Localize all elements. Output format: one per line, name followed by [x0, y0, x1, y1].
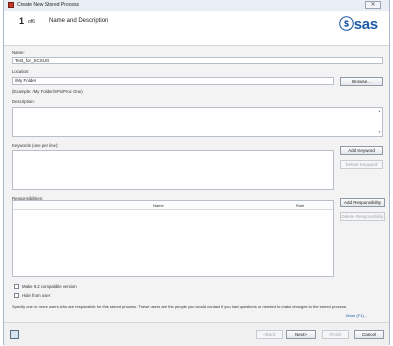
- description-field[interactable]: ▲ ▼: [12, 107, 383, 137]
- role-column-header[interactable]: Role: [296, 203, 304, 208]
- next-button[interactable]: Next>: [286, 330, 316, 339]
- make92-label: Make 9.2 compatible version: [22, 284, 77, 289]
- table-header: [13, 201, 333, 210]
- finish-button[interactable]: Finish: [322, 330, 349, 339]
- responsibilities-table[interactable]: Name Role: [12, 200, 334, 277]
- keywords-field[interactable]: [12, 150, 334, 190]
- step-number: 1: [19, 16, 25, 26]
- step-title: Name and Description: [49, 18, 109, 24]
- browse-button[interactable]: Browse...: [340, 77, 383, 86]
- hint-text: Specify one or more users who are respon…: [12, 304, 348, 309]
- add-keyword-button[interactable]: Add Keyword: [340, 146, 383, 155]
- hide-checkbox[interactable]: [14, 293, 19, 298]
- keywords-label: Keywords (one per line):: [12, 143, 59, 148]
- name-label: Name:: [12, 50, 25, 55]
- delete-keyword-button[interactable]: Delete Keyword: [340, 160, 383, 169]
- window-title: Create New Stored Process: [17, 2, 79, 8]
- wizard-header: [4, 11, 389, 46]
- hide-label: Hide from user: [22, 293, 51, 298]
- scroll-down-icon[interactable]: ▼: [378, 130, 381, 135]
- stored-process-icon: [8, 2, 14, 8]
- sas-logo: ⓢsas: [339, 16, 378, 33]
- name-column-header[interactable]: Name: [153, 203, 164, 208]
- location-label: Location:: [12, 69, 30, 74]
- add-responsibility-button[interactable]: Add Responsibility: [340, 198, 385, 207]
- step-of: of6: [28, 19, 35, 25]
- delete-responsibility-button[interactable]: Delete Responsibility: [340, 212, 385, 221]
- back-button[interactable]: <Back: [256, 330, 283, 339]
- name-field[interactable]: Test_for_SCSUG: [12, 57, 383, 64]
- make92-checkbox[interactable]: [14, 284, 19, 289]
- cancel-button[interactable]: Cancel: [354, 330, 384, 339]
- description-label: Description:: [12, 99, 35, 104]
- wizard-window: Create New Stored Process ✕ 1 of6 Name a…: [3, 0, 390, 346]
- scroll-up-icon[interactable]: ▲: [378, 109, 381, 114]
- close-button[interactable]: ✕: [365, 1, 381, 9]
- location-example: (Example: /My Folder/SPs/Proc One): [12, 89, 83, 94]
- wizard-footer: <Back Next> Finish Cancel: [4, 322, 389, 346]
- location-field[interactable]: /My Folder: [12, 77, 334, 85]
- more-help-link[interactable]: More (F1)...: [346, 313, 367, 318]
- help-book-icon[interactable]: [10, 330, 19, 339]
